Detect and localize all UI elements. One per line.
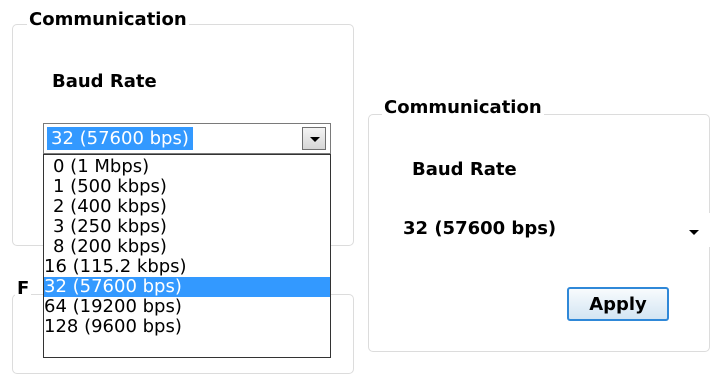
communication-group-title-right: Communication: [382, 97, 544, 119]
baud-option[interactable]: 8 (200 kbps): [44, 237, 330, 257]
baud-rate-dropdown-list[interactable]: 0 (1 Mbps) 1 (500 kbps) 2 (400 kbps) 3 (…: [43, 154, 331, 358]
second-group-title-left: F: [15, 278, 32, 300]
baud-rate-combobox-left[interactable]: 32 (57600 bps): [43, 123, 331, 154]
baud-option[interactable]: 1 (500 kbps): [44, 177, 330, 197]
baud-option-selected[interactable]: 32 (57600 bps): [44, 277, 330, 297]
baud-option[interactable]: 0 (1 Mbps): [44, 157, 330, 177]
baud-rate-label-left: Baud Rate: [52, 71, 157, 92]
chevron-down-icon[interactable]: [302, 127, 326, 150]
baud-rate-label-right: Baud Rate: [412, 159, 517, 180]
chevron-down-icon[interactable]: [689, 230, 699, 235]
baud-option[interactable]: 2 (400 kbps): [44, 197, 330, 217]
apply-button[interactable]: Apply: [567, 287, 669, 321]
baud-rate-combobox-value-left: 32 (57600 bps): [47, 127, 193, 150]
baud-option[interactable]: 16 (115.2 kbps): [44, 257, 330, 277]
baud-option[interactable]: 3 (250 kbps): [44, 217, 330, 237]
baud-rate-combobox-right[interactable]: 32 (57600 bps): [401, 213, 711, 247]
baud-rate-combobox-value-right: 32 (57600 bps): [403, 218, 557, 239]
baud-option[interactable]: 128 (9600 bps): [44, 317, 330, 337]
baud-option[interactable]: 64 (19200 bps): [44, 297, 330, 317]
communication-group-title-left: Communication: [27, 9, 189, 31]
